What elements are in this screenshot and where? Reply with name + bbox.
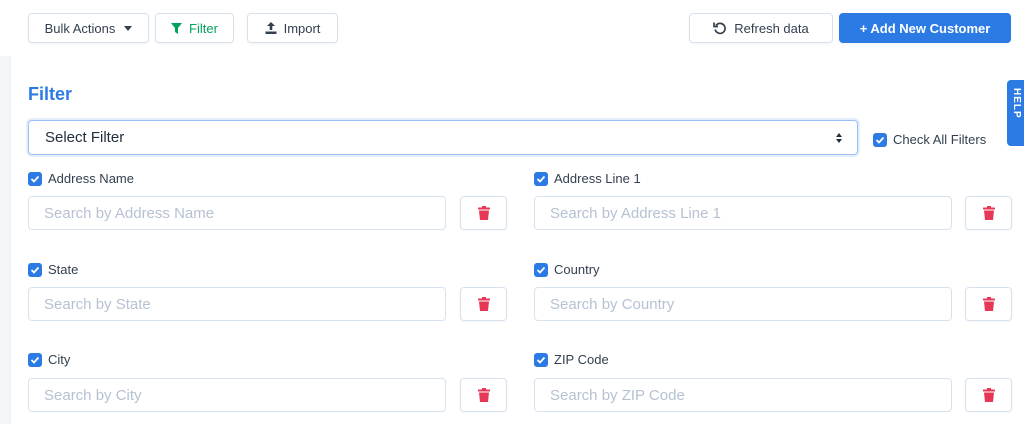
address-line-1-label: Address Line 1 (554, 171, 641, 186)
checkmark-icon (536, 266, 546, 274)
country-search-input[interactable] (534, 287, 952, 321)
city-checkbox[interactable] (28, 352, 42, 367)
refresh-icon (713, 21, 727, 35)
trash-icon (477, 388, 490, 402)
delete-address-name-button[interactable] (460, 196, 507, 230)
select-filter-dropdown[interactable]: Select Filter (28, 120, 858, 155)
state-search-input[interactable] (28, 287, 446, 321)
checkmark-icon (536, 356, 546, 364)
field-country-label-group[interactable]: Country (534, 262, 600, 277)
checkmark-icon (30, 356, 40, 364)
trash-icon (982, 388, 995, 402)
add-new-customer-label: + Add New Customer (859, 20, 991, 36)
select-filter-value: Select Filter (45, 129, 125, 146)
filter-panel (10, 56, 1024, 424)
trash-icon (477, 206, 490, 220)
checkmark-icon (30, 266, 40, 274)
address-line-1-checkbox[interactable] (534, 171, 548, 186)
city-search-input[interactable] (28, 378, 446, 412)
city-label: City (48, 352, 71, 367)
address-name-checkbox[interactable] (28, 171, 42, 186)
field-zip-code-label-group[interactable]: ZIP Code (534, 352, 609, 367)
trash-icon (477, 297, 490, 311)
address-line-1-search-input[interactable] (534, 196, 952, 230)
checkmark-icon (875, 136, 885, 144)
state-label: State (48, 262, 79, 277)
help-side-tab[interactable]: HELP (1007, 80, 1024, 146)
zip-code-search-input[interactable] (534, 378, 952, 412)
upload-icon (265, 22, 277, 34)
checkmark-icon (30, 175, 40, 183)
delete-country-button[interactable] (965, 287, 1012, 321)
filter-title: Filter (28, 84, 73, 104)
funnel-icon (171, 22, 183, 34)
sort-arrows-icon (836, 133, 842, 143)
import-button[interactable]: Import (247, 13, 338, 43)
refresh-label: Refresh data (734, 20, 809, 36)
state-checkbox[interactable] (28, 262, 42, 277)
refresh-data-button[interactable]: Refresh data (689, 13, 833, 43)
toolbar: Bulk Actions Filter Import Refresh data … (0, 0, 1024, 56)
delete-address-line-1-button[interactable] (965, 196, 1012, 230)
import-label: Import (283, 20, 321, 36)
delete-city-button[interactable] (460, 378, 507, 412)
delete-zip-code-button[interactable] (965, 378, 1012, 412)
delete-state-button[interactable] (460, 287, 507, 321)
trash-icon (982, 206, 995, 220)
check-all-filters[interactable]: Check All Filters (873, 132, 986, 147)
country-checkbox[interactable] (534, 262, 548, 277)
bulk-actions-label: Bulk Actions (44, 20, 116, 36)
field-address-line-1-label-group[interactable]: Address Line 1 (534, 171, 641, 186)
filter-label: Filter (189, 20, 218, 36)
filter-button[interactable]: Filter (155, 13, 234, 43)
zip-code-label: ZIP Code (554, 352, 609, 367)
zip-code-checkbox[interactable] (534, 352, 548, 367)
field-city-label-group[interactable]: City (28, 352, 70, 367)
checkmark-icon (536, 175, 546, 183)
check-all-checkbox[interactable] (873, 132, 887, 147)
country-label: Country (554, 262, 600, 277)
field-state-label-group[interactable]: State (28, 262, 78, 277)
field-address-name-label-group[interactable]: Address Name (28, 171, 134, 186)
bulk-actions-button[interactable]: Bulk Actions (28, 13, 149, 43)
address-name-search-input[interactable] (28, 196, 446, 230)
trash-icon (982, 297, 995, 311)
add-new-customer-button[interactable]: + Add New Customer (839, 13, 1011, 43)
caret-down-icon (124, 25, 133, 31)
address-name-label: Address Name (48, 171, 134, 186)
check-all-label: Check All Filters (893, 132, 987, 147)
help-tab-label: HELP (1011, 88, 1022, 119)
